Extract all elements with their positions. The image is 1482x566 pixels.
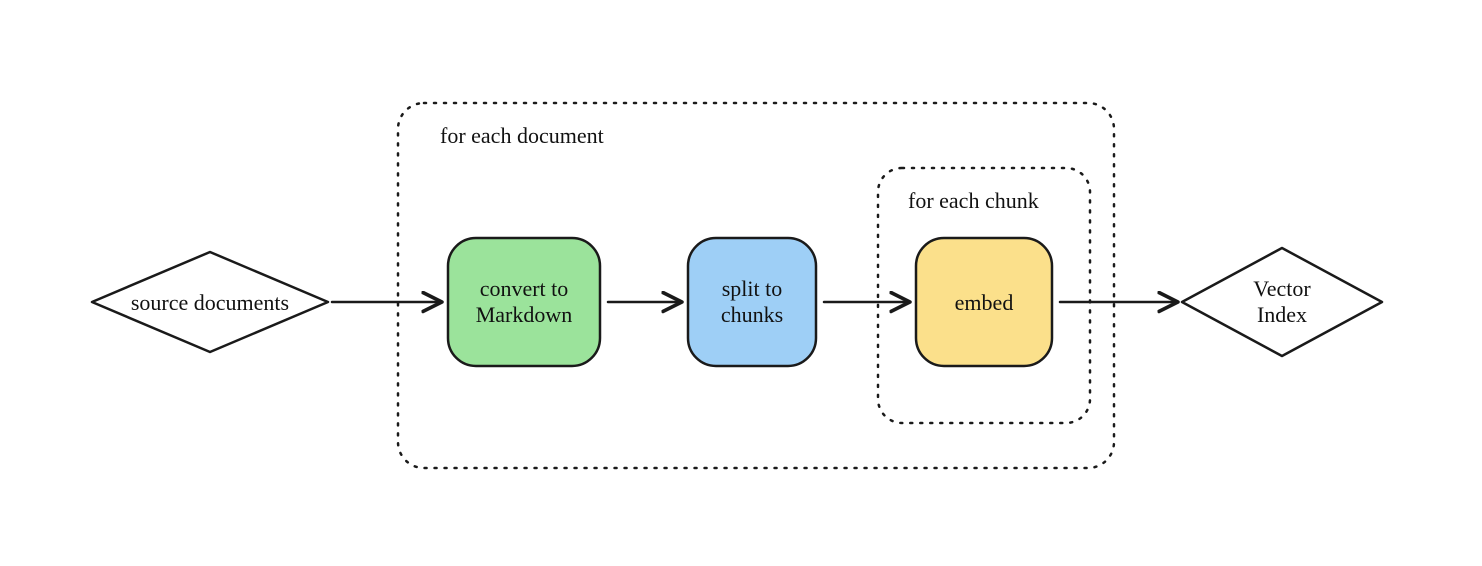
node-convert-line2: Markdown	[476, 302, 573, 327]
node-split-to-chunks: split to chunks	[688, 238, 816, 366]
node-split-line1: split to	[722, 276, 783, 301]
group-inner-label: for each chunk	[908, 188, 1039, 213]
node-source-documents-label: source documents	[131, 290, 289, 315]
node-source-documents: source documents	[92, 252, 328, 352]
diagram-canvas: for each document for each chunk source …	[0, 0, 1482, 566]
node-convert-line1: convert to	[480, 276, 569, 301]
node-embed-label: embed	[955, 290, 1014, 315]
group-outer-label: for each document	[440, 123, 604, 148]
node-vector-line2: Index	[1257, 302, 1307, 327]
node-convert-to-markdown: convert to Markdown	[448, 238, 600, 366]
node-vector-line1: Vector	[1253, 276, 1311, 301]
node-embed: embed	[916, 238, 1052, 366]
node-split-line2: chunks	[721, 302, 783, 327]
node-vector-index: Vector Index	[1182, 248, 1382, 356]
